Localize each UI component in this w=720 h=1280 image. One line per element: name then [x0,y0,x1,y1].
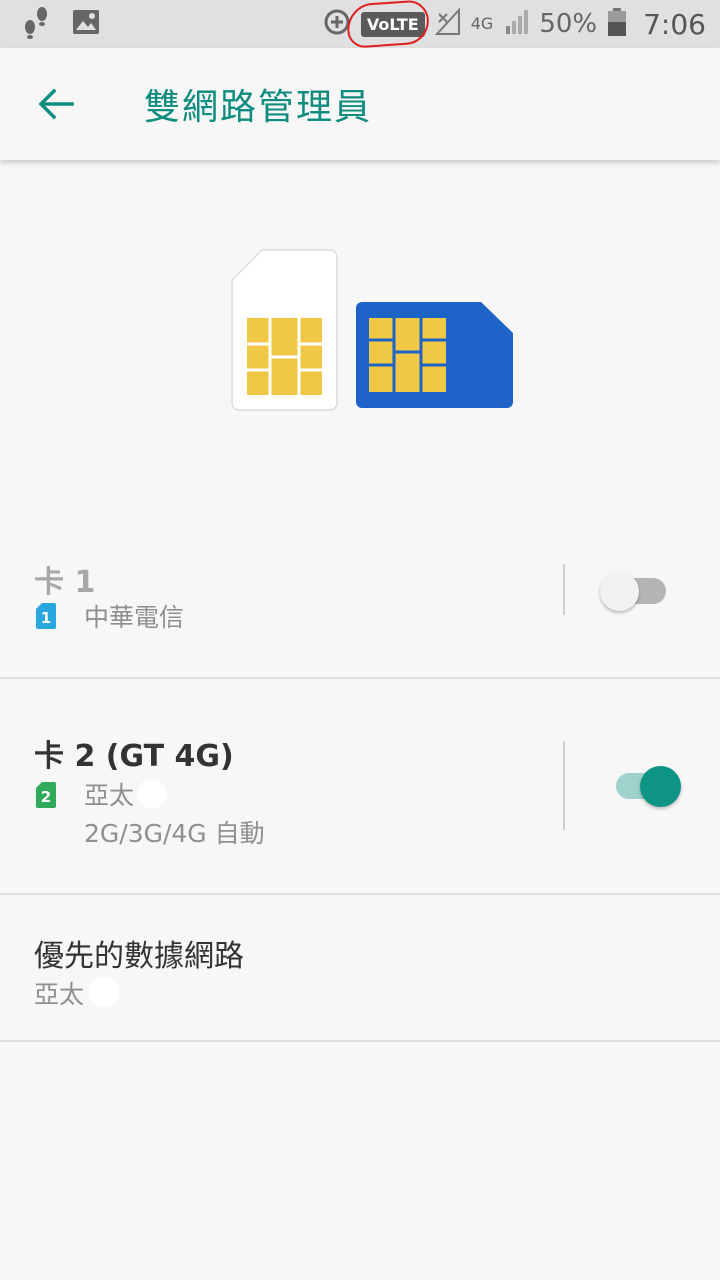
sim1-title: 卡 1 [34,565,96,600]
volte-badge: VoLTE [345,0,431,49]
toolbar: 雙網路管理員 [0,48,720,160]
network-type: 4G [470,14,494,33]
sim1-carrier: 中華電信 [84,603,185,632]
data-saver-icon [323,8,351,40]
svg-text:1: 1 [41,609,51,627]
sim2-title: 卡 2 (GT 4G) [34,739,234,774]
row-divider-3 [0,1040,720,1042]
redaction-mark [89,977,119,1007]
footprints-icon [22,5,50,43]
back-arrow-icon [38,88,74,120]
page-title: 雙網路管理員 [144,87,373,128]
preferred-data-network-row[interactable]: 優先的數據網路 亞太 [0,895,720,1040]
dual-sim-illustration [231,249,513,411]
sim1-slot-icon: 1 [36,603,56,629]
svg-text:2: 2 [41,788,51,806]
sim1-toggle-thumb [600,572,639,611]
sim2-toggle-thumb [640,766,681,807]
back-button[interactable] [20,68,92,140]
sim2-slot-icon: 2 [36,782,56,808]
sim-card-blue-icon [356,302,513,408]
redaction-mark [137,779,167,809]
sim1-toggle-switch[interactable] [598,570,668,611]
sim2-carrier: 亞太 [84,781,135,810]
battery-icon [607,7,627,41]
preferred-data-network-title: 優先的數據網路 [34,939,244,974]
sim-card-white-icon [231,249,338,411]
clock: 7:06 [643,7,706,41]
sim2-divider [563,741,565,830]
sim2-toggle-switch[interactable] [612,763,684,807]
signal-icon [503,8,529,40]
sim1-row: 卡 1 1 中華電信 [0,540,720,678]
sim2-network-mode: 2G/3G/4G 自動 [84,819,265,848]
preferred-data-network-value: 亞太 [34,980,85,1009]
signal-x-icon [434,7,461,40]
sim2-row: 卡 2 (GT 4G) 2 亞太 2G/3G/4G 自動 [0,679,720,893]
red-annotation-circle [345,0,431,49]
sim1-divider [563,564,565,615]
image-icon [72,9,100,39]
battery-percent: 50% [539,9,598,39]
status-bar: VoLTE 4G 50% 7:06 [0,0,720,49]
